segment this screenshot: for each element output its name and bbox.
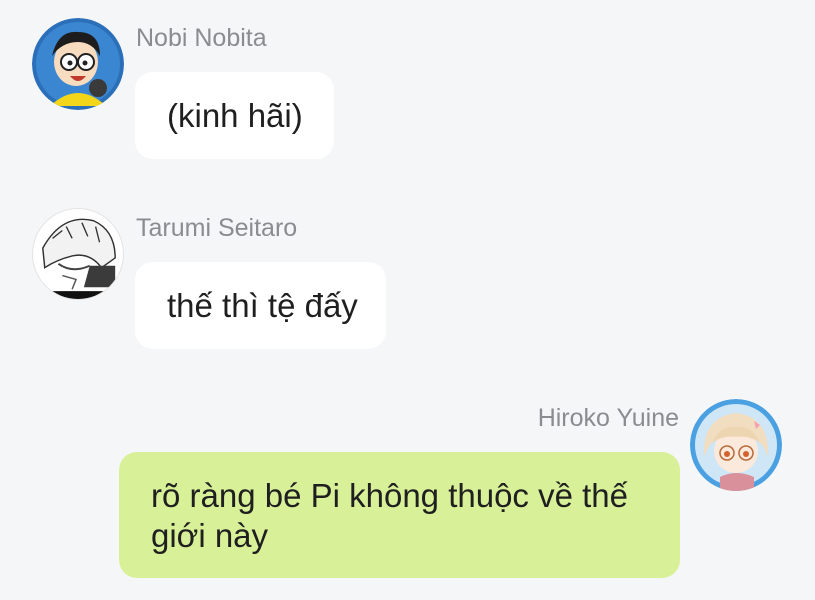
avatar[interactable] bbox=[32, 208, 124, 300]
avatar[interactable] bbox=[32, 18, 124, 110]
doraemon-nobita-avatar-icon bbox=[32, 18, 124, 110]
anime-girl-avatar-icon bbox=[690, 399, 782, 491]
manga-character-avatar-icon bbox=[33, 209, 123, 299]
sender-name: Hiroko Yuine bbox=[537, 404, 679, 432]
message-bubble[interactable]: thế thì tệ đấy bbox=[135, 262, 386, 349]
sender-name: Nobi Nobita bbox=[136, 24, 267, 52]
avatar[interactable] bbox=[690, 399, 782, 491]
message-bubble[interactable]: (kinh hãi) bbox=[135, 72, 334, 159]
message-bubble[interactable]: rõ ràng bé Pi không thuộc về thế giới nà… bbox=[119, 452, 680, 578]
sender-name: Tarumi Seitaro bbox=[136, 214, 298, 242]
